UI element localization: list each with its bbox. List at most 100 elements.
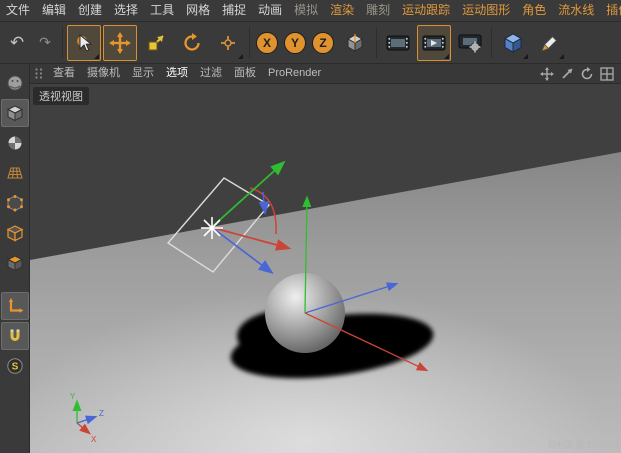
polygons-mode-button[interactable] [1,249,29,277]
move-tool-button[interactable] [103,24,137,61]
snap-settings-button[interactable]: S [1,352,29,380]
menu-snap[interactable]: 捕捉 [216,0,252,21]
axis-label-x: X [91,435,97,444]
vp-menu-prorender[interactable]: ProRender [262,64,327,83]
spline-pen-button[interactable] [532,25,566,61]
render-picture-viewer-icon [422,35,446,50]
snap-settings-icon: S [6,358,23,374]
perspective-viewport[interactable]: Y X Z 透视视图 目标距离:1404.56 [30,84,621,453]
redo-button[interactable]: ↷ [32,25,58,61]
edges-mode-icon [6,225,23,242]
edges-mode-button[interactable] [1,219,29,247]
render-to-picture-viewer-button[interactable] [417,24,451,61]
panel-grip-icon[interactable] [34,67,44,80]
axis-label-y: Y [70,392,76,401]
render-view-button[interactable] [381,25,415,61]
add-cube-primitive-button[interactable] [496,25,530,61]
toggle-layout-icon[interactable] [599,66,615,82]
last-used-tool-button[interactable] [211,25,245,61]
pan-view-icon[interactable] [539,66,555,82]
lock-x-axis-button[interactable]: X [254,25,280,61]
vp-menu-display[interactable]: 显示 [126,64,160,83]
menu-character[interactable]: 角色 [516,0,552,21]
texture-mode-icon [7,135,22,151]
menu-motion-tracker[interactable]: 运动跟踪 [396,0,456,21]
viewport-title[interactable]: 透视视图 [33,87,89,105]
menu-plugins[interactable]: 插件 [600,0,621,21]
main-toolbar: ↶ ↷ X Y Z [0,22,621,64]
make-editable-button[interactable] [1,69,29,97]
redo-icon: ↷ [39,34,51,50]
points-mode-button[interactable] [1,189,29,217]
menu-mograph[interactable]: 运动图形 [456,0,516,21]
cinema4d-window: 文件 编辑 创建 选择 工具 网格 捕捉 动画 模拟 渲染 雕刻 运动跟踪 运动… [0,0,621,453]
menu-pipeline[interactable]: 流水线 [552,0,600,21]
dropdown-corner-icon [444,53,449,59]
coord-cube-icon [346,33,364,52]
cursor-icon [77,33,93,52]
menu-tools[interactable]: 工具 [144,0,180,21]
vp-menu-panel[interactable]: 面板 [228,64,262,83]
scene-canvas[interactable]: Y X Z [30,84,621,453]
lock-z-axis-button[interactable]: Z [310,25,336,61]
polygons-mode-icon [6,255,23,272]
rotate-tool-button[interactable] [175,25,209,61]
vp-menu-cameras[interactable]: 摄像机 [81,64,126,83]
scale-icon [148,34,164,51]
move-icon [109,31,131,54]
viewport-nav-icons [537,66,617,82]
z-axis-icon: Z [312,31,334,54]
coordinate-system-button[interactable] [338,25,372,61]
live-selection-button[interactable] [67,24,101,61]
last-tool-icon [221,35,235,50]
toolbar-separator [376,27,377,58]
cube-primitive-icon [503,32,523,53]
vp-menu-filter[interactable]: 过滤 [194,64,228,83]
dropdown-corner-icon [559,53,564,59]
model-mode-icon [6,105,23,122]
dropdown-corner-icon [523,53,528,59]
pen-icon [541,35,558,52]
left-tool-palette: S [0,64,30,453]
lock-y-axis-button[interactable]: Y [282,25,308,61]
axis-label-z: Z [99,409,104,418]
toolbar-separator [62,27,63,58]
viewport-panel: 查看 摄像机 显示 选项 过滤 面板 ProRender Y X Z 透视视图 … [30,64,621,453]
menu-simulate[interactable]: 模拟 [288,0,324,21]
make-editable-icon [7,75,22,91]
light-object[interactable] [201,217,223,239]
x-axis-icon: X [256,31,278,54]
menu-file[interactable]: 文件 [0,0,36,21]
menu-select[interactable]: 选择 [108,0,144,21]
menu-animate[interactable]: 动画 [252,0,288,21]
axis-icon [8,298,23,313]
vp-menu-view[interactable]: 查看 [47,64,81,83]
menu-render[interactable]: 渲染 [324,0,360,21]
rotate-view-icon[interactable] [579,66,595,82]
viewport-menubar: 查看 摄像机 显示 选项 过滤 面板 ProRender [30,64,621,84]
main-menubar: 文件 编辑 创建 选择 工具 网格 捕捉 动画 模拟 渲染 雕刻 运动跟踪 运动… [0,0,621,22]
render-settings-icon [458,34,482,52]
camera-target-distance: 目标距离:1404.56 [547,440,619,450]
workplane-mode-button[interactable] [1,159,29,187]
menu-create[interactable]: 创建 [72,0,108,21]
menu-edit[interactable]: 编辑 [36,0,72,21]
undo-button[interactable]: ↶ [4,25,30,61]
texture-mode-button[interactable] [1,129,29,157]
enable-snap-button[interactable] [0,322,29,350]
menu-sculpt[interactable]: 雕刻 [360,0,396,21]
menu-mesh[interactable]: 网格 [180,0,216,21]
y-axis-icon: Y [284,31,306,54]
vp-menu-options[interactable]: 选项 [160,64,194,83]
edit-render-settings-button[interactable] [453,25,487,61]
enable-axis-button[interactable] [0,292,29,320]
scale-tool-button[interactable] [139,25,173,61]
dropdown-corner-icon [238,53,243,59]
lower-region: S 查看 摄像机 显示 选项 过滤 面板 ProRender Y X Z 透视视… [0,64,621,453]
toolbar-separator [491,27,492,58]
points-mode-icon [6,195,23,212]
render-view-icon [386,35,410,50]
model-mode-button[interactable] [0,99,29,127]
rotate-icon [184,32,200,51]
zoom-view-icon[interactable] [559,66,575,82]
